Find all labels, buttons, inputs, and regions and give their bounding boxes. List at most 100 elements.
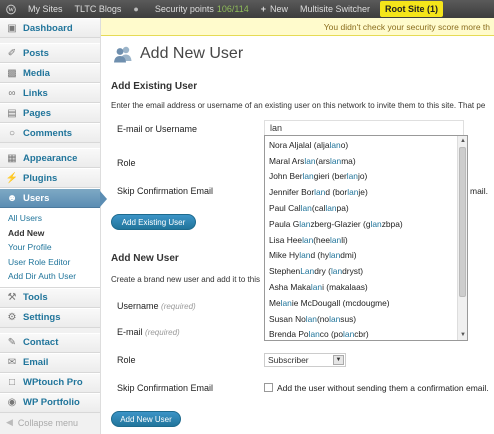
autocomplete-item[interactable]: Paul Cal lan (cal lan pa) <box>265 200 458 216</box>
submenu-add-dir-auth-user[interactable]: Add Dir Auth User <box>0 269 100 284</box>
my-sites-menu[interactable]: My Sites <box>22 0 69 18</box>
envelope-icon: ✉ <box>7 357 17 368</box>
security-notice: You didn't check your security score mor… <box>101 18 494 36</box>
add-new-user-button[interactable]: Add New User <box>111 411 181 427</box>
existing-email-label: E-mail or Username <box>117 124 198 134</box>
menu-contact-label: Contact <box>23 337 59 348</box>
menu-wp-portfolio-label: WP Portfolio <box>23 397 80 408</box>
menu-wp-portfolio[interactable]: ◉ WP Portfolio <box>0 392 100 413</box>
submenu-all-users[interactable]: All Users <box>0 211 100 226</box>
autocomplete-item[interactable]: Maral Ars lan (ars lan ma) <box>265 153 458 169</box>
submenu-add-new[interactable]: Add New <box>0 226 100 241</box>
multisite-switcher-menu[interactable]: Multisite Switcher <box>294 0 376 18</box>
comment-bubble-icon: ● <box>133 4 139 14</box>
menu-links[interactable]: ∞ Links <box>0 83 100 103</box>
menu-comments[interactable]: ○ Comments <box>0 123 100 143</box>
submenu-your-profile[interactable]: Your Profile <box>0 240 100 255</box>
autocomplete-item[interactable]: Susan No lan (no lan sus) <box>265 311 458 327</box>
users-icon: ☻ <box>6 192 18 204</box>
menu-dashboard-label: Dashboard <box>23 22 73 34</box>
existing-role-label: Role <box>117 158 136 168</box>
autocomplete-item[interactable]: Brenda Po lan co (po lan cbr) <box>265 327 458 340</box>
svg-text:W: W <box>8 7 14 13</box>
menu-appearance-label: Appearance <box>23 152 78 164</box>
new-skip-confirmation-label: Skip Confirmation Email <box>117 383 214 393</box>
menu-settings-label: Settings <box>23 312 61 323</box>
autocomplete-list: Nora Aljalal (alja lan o) Maral Ars lan (ars… <box>265 137 458 340</box>
user-autocomplete-dropdown[interactable]: Nora Aljalal (alja lan o) Maral Ars lan (ars… <box>264 135 468 341</box>
scroll-down-arrow-icon[interactable]: ▼ <box>458 330 467 340</box>
scrollbar-thumb[interactable] <box>459 147 466 297</box>
menu-wptouch[interactable]: □ WPtouch Pro <box>0 372 100 393</box>
contact-icon: ✎ <box>7 337 17 348</box>
scroll-up-arrow-icon[interactable]: ▲ <box>458 136 467 146</box>
autocomplete-item[interactable]: Mike Hy lan d (hy lan dmi) <box>265 248 458 264</box>
add-new-user-heading: Add New User <box>111 253 179 264</box>
new-label: New <box>269 4 288 14</box>
autocomplete-item[interactable]: Lisa Hee lan (hee lan li) <box>265 232 458 248</box>
menu-appearance[interactable]: ▦ Appearance <box>0 148 100 168</box>
admin-bar: W My Sites TLTC Blogs ● Security points … <box>0 0 494 18</box>
autocomplete-scrollbar[interactable]: ▲ ▼ <box>457 136 467 340</box>
autocomplete-item[interactable]: Nora Aljalal (alja lan o) <box>265 137 458 153</box>
new-email-required-hint: (required) <box>145 328 180 337</box>
menu-dashboard[interactable]: ▣ Dashboard <box>0 18 100 38</box>
menu-media[interactable]: ▩ Media <box>0 63 100 83</box>
comments-bubble[interactable]: ● <box>127 0 148 18</box>
new-content-menu[interactable]: + New <box>255 0 294 18</box>
wptouch-icon: □ <box>8 377 16 388</box>
menu-users[interactable]: ☻ Users <box>0 188 107 208</box>
root-site-button[interactable]: Root Site (1) <box>380 1 444 17</box>
collapse-menu-label: Collapse menu <box>17 417 78 428</box>
admin-sidebar: ▣ Dashboard ✐ Posts ▩ Media ∞ Links ▤ Pa… <box>0 18 107 434</box>
new-skip-confirmation-checkbox[interactable] <box>264 383 273 392</box>
menu-plugins[interactable]: ⚡ Plugins <box>0 168 100 188</box>
submenu-user-role-editor[interactable]: User Role Editor <box>0 255 100 270</box>
username-label-text: Username <box>117 301 159 311</box>
existing-skip-confirmation-text: mail. <box>470 186 488 196</box>
site-name-label: TLTC Blogs <box>74 4 122 14</box>
autocomplete-item[interactable]: Stephen Lan dry (lan dryst) <box>265 263 458 279</box>
page-title: Add New User <box>113 44 243 64</box>
menu-email[interactable]: ✉ Email <box>0 352 100 373</box>
username-required-hint: (required) <box>161 302 196 311</box>
autocomplete-item[interactable]: Jennifer Bor lan d (bor lan je) <box>265 184 458 200</box>
site-name-menu[interactable]: TLTC Blogs <box>69 0 128 18</box>
new-role-select[interactable]: Subscriber ▼ <box>264 353 346 367</box>
autocomplete-item[interactable]: John Ber lan gieri (ber lan jo) <box>265 169 458 185</box>
security-points-menu[interactable]: Security points 106/114 <box>149 0 255 18</box>
security-points-count: 106/114 <box>216 4 249 14</box>
new-role-selected: Subscriber <box>268 355 309 365</box>
menu-users-label: Users <box>23 192 50 204</box>
add-existing-user-button[interactable]: Add Existing User <box>111 214 196 230</box>
menu-pages[interactable]: ▤ Pages <box>0 103 100 123</box>
autocomplete-item[interactable]: Me lan ie McDougall (mcdougme) <box>265 295 458 311</box>
menu-settings[interactable]: ⚙ Settings <box>0 307 100 328</box>
menu-pages-label: Pages <box>23 107 51 119</box>
menu-tools-label: Tools <box>23 292 48 303</box>
menu-posts[interactable]: ✐ Posts <box>0 43 100 63</box>
autocomplete-item[interactable]: Asha Maka lan i (makalaas) <box>265 279 458 295</box>
multisite-switcher-label: Multisite Switcher <box>300 4 371 14</box>
menu-media-label: Media <box>23 67 50 79</box>
existing-email-input[interactable]: lan <box>264 120 464 136</box>
menu-tools[interactable]: ⚒ Tools <box>0 287 100 308</box>
wordpress-logo-icon[interactable]: W <box>0 0 22 18</box>
speech-bubble-icon: ○ <box>8 127 16 139</box>
dashboard-icon: ▣ <box>7 22 17 34</box>
menu-wptouch-label: WPtouch Pro <box>23 377 83 388</box>
security-points-label: Security points <box>154 4 214 14</box>
menu-contact[interactable]: ✎ Contact <box>0 332 100 353</box>
menu-links-label: Links <box>23 87 48 99</box>
menu-posts-label: Posts <box>23 47 49 59</box>
my-sites-label: My Sites <box>28 4 63 14</box>
main-content: Add New User Add Existing User Enter the… <box>101 36 494 434</box>
plus-icon: + <box>260 4 266 14</box>
new-email-label: E-mail (required) <box>117 327 180 337</box>
collapse-menu-button[interactable]: ◀ Collapse menu <box>0 413 100 433</box>
autocomplete-item[interactable]: Paula Glan zberg-Glazier (g lan zbpa) <box>265 216 458 232</box>
new-role-label: Role <box>117 355 136 365</box>
users-icon <box>113 44 133 64</box>
menu-email-label: Email <box>23 357 49 368</box>
settings-icon: ⚙ <box>7 312 17 323</box>
